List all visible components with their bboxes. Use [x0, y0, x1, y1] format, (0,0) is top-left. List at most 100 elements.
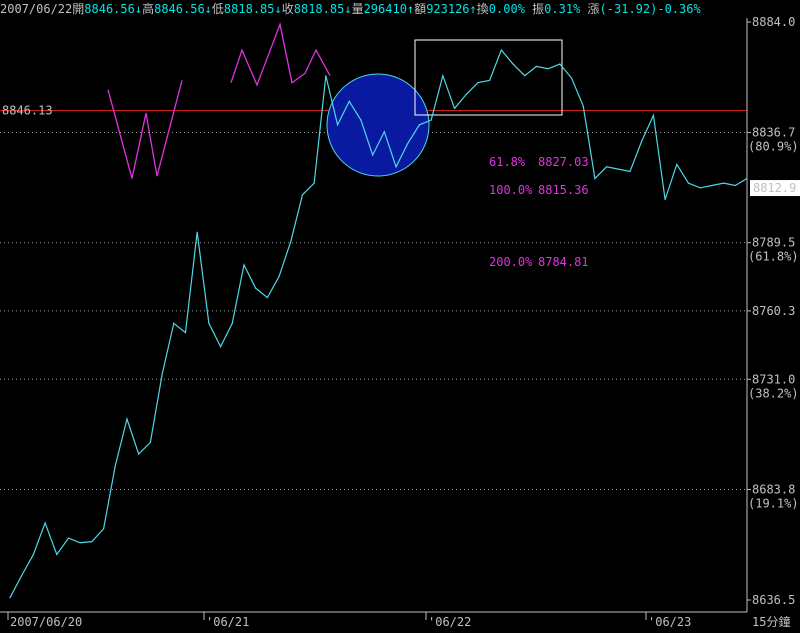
fib-level-100-value: 8815.36 — [538, 183, 589, 197]
last-price-label: 8812.9 — [753, 181, 796, 195]
price-point — [114, 465, 116, 467]
price-point — [173, 322, 175, 324]
price-point — [360, 119, 362, 121]
interval-label: 15分鐘 — [752, 614, 790, 629]
high-arrow-icon: ↓ — [204, 2, 212, 16]
y-tick-sublabel: (80.9%) — [748, 139, 799, 153]
y-tick-sublabel: (19.1%) — [748, 497, 799, 511]
price-point — [723, 182, 725, 184]
low-value: 8818.85 — [223, 2, 275, 16]
price-point — [676, 163, 678, 166]
price-point — [559, 63, 561, 65]
price-point — [442, 75, 444, 77]
price-point — [372, 154, 374, 156]
price-point — [453, 107, 456, 110]
price-point — [313, 182, 315, 184]
y-tick-label: 8636.5 — [752, 593, 795, 607]
open-arrow-icon: ↓ — [134, 2, 143, 16]
volume-value: 296410 — [363, 2, 407, 16]
price-point — [219, 346, 222, 348]
price-point — [594, 177, 596, 180]
amount-label: 額 — [414, 2, 427, 16]
price-point — [664, 198, 666, 201]
price-point — [266, 296, 268, 299]
volume-label: 量 — [351, 2, 364, 16]
price-point — [652, 114, 655, 117]
price-point — [79, 542, 81, 544]
price-point — [687, 182, 690, 184]
highlight-circle — [326, 73, 430, 177]
amount-value: 923126 — [426, 2, 470, 16]
fib-level-61-8-value: 8827.03 — [538, 155, 589, 169]
price-point — [489, 79, 491, 81]
close-arrow-icon: ↓ — [344, 2, 352, 16]
price-point — [184, 332, 187, 334]
open-value: 8846.56 — [84, 2, 135, 16]
amplitude-value: 0.31% — [544, 2, 581, 16]
price-point — [21, 574, 23, 577]
price-point — [138, 453, 140, 455]
price-point — [524, 75, 526, 77]
price-point — [243, 264, 245, 266]
price-point — [91, 541, 93, 543]
turnover-value: 0.00% — [488, 2, 525, 16]
price-point — [290, 240, 292, 243]
price-point — [699, 187, 701, 189]
price-chart: 8846.13 61.8% 8827.03 100.0% 8815.36 200… — [0, 0, 800, 633]
price-point — [255, 287, 257, 289]
price-point — [570, 77, 573, 79]
price-point — [67, 537, 70, 539]
y-tick-label: 8683.8 — [752, 483, 795, 497]
amount-arrow-icon: ↑ — [469, 2, 477, 16]
price-point — [336, 124, 339, 126]
price-point — [500, 49, 502, 51]
price-point — [208, 322, 210, 324]
price-point — [348, 100, 350, 103]
y-tick-label: 8789.5 — [752, 236, 795, 250]
price-point — [196, 231, 198, 233]
price-point — [430, 119, 432, 121]
price-point — [582, 105, 584, 107]
price-point — [161, 374, 163, 376]
x-tick-label: 2007/06/20 — [10, 615, 82, 629]
price-point — [231, 322, 233, 324]
amplitude-label: 振 — [532, 2, 545, 16]
price-point — [418, 124, 421, 126]
price-point — [547, 68, 549, 70]
price-point — [535, 65, 538, 67]
price-point — [641, 140, 643, 142]
price-point — [149, 441, 151, 443]
price-point — [395, 166, 397, 168]
fib-level-61-8-pct: 61.8% — [489, 155, 526, 169]
header-date: 2007/06/22 — [0, 2, 73, 16]
fib-level-100-pct: 100.0% — [489, 183, 533, 197]
price-point — [301, 194, 304, 196]
price-point — [383, 131, 385, 133]
price-point — [465, 93, 467, 95]
y-tick-label: 8836.7 — [752, 125, 795, 139]
turnover-label: 換 — [476, 2, 489, 16]
close-label: 收 — [281, 2, 294, 16]
change-value: (-31.92)-0.36% — [599, 2, 701, 16]
reference-line-label: 8846.13 — [2, 103, 53, 117]
price-point — [617, 168, 619, 170]
low-arrow-icon: ↓ — [274, 2, 282, 16]
price-point — [711, 184, 713, 187]
price-point — [9, 597, 11, 599]
y-tick-sublabel: (38.2%) — [748, 386, 799, 400]
quote-header: 2007/06/22開8846.56↓高8846.56↓低8818.85↓收88… — [0, 0, 800, 18]
price-point — [734, 184, 736, 187]
price-point — [606, 166, 608, 168]
price-point — [102, 528, 105, 530]
price-point — [477, 82, 479, 84]
price-point — [278, 275, 280, 278]
price-point — [325, 75, 327, 77]
price-point — [56, 553, 58, 556]
price-point — [629, 170, 631, 173]
y-tick-label: 8731.0 — [752, 372, 795, 386]
high-label: 高 — [142, 2, 155, 16]
price-point — [512, 63, 514, 65]
y-tick-label: 8760.3 — [752, 304, 795, 318]
open-label: 開 — [72, 2, 85, 16]
price-point — [126, 418, 128, 420]
